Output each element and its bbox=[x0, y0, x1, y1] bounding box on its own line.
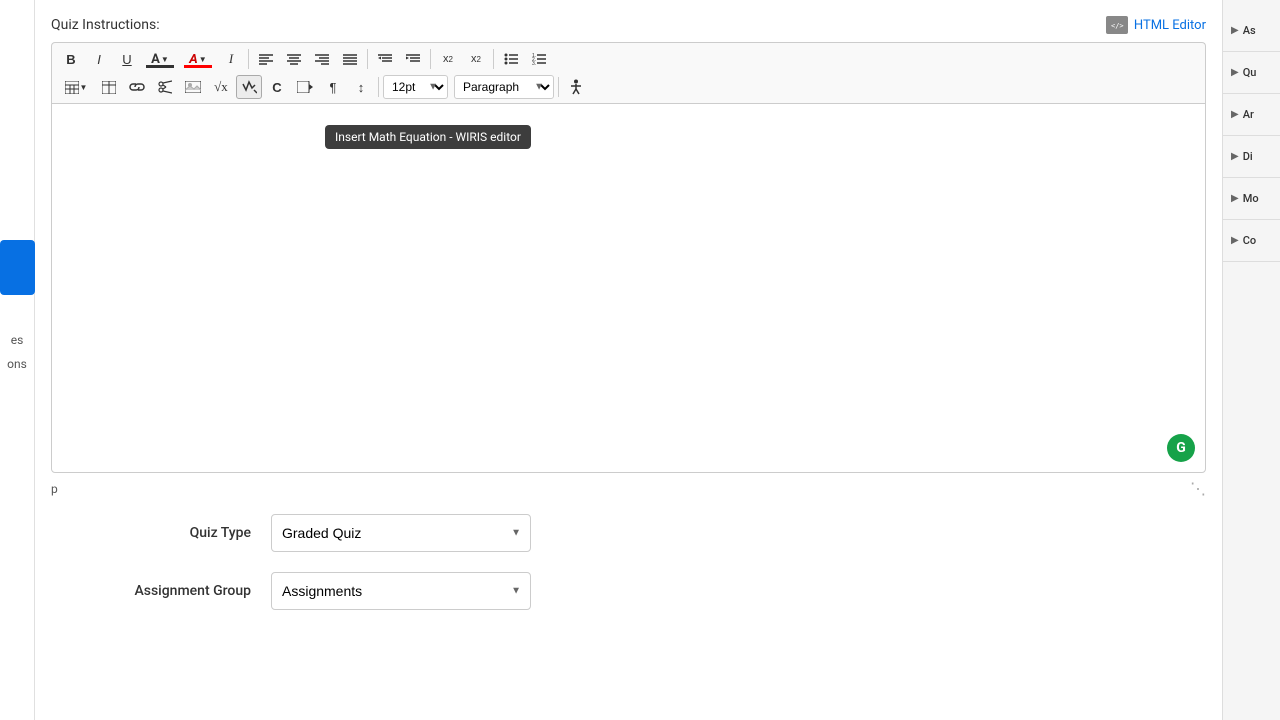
sidebar-item-di[interactable]: ▶ Di bbox=[1223, 136, 1280, 178]
quiz-type-row: Quiz Type Graded Quiz Practice Quiz Grad… bbox=[111, 514, 1146, 552]
paragraph-style-wrapper: Paragraph bbox=[450, 75, 554, 99]
below-editor-bar: p ⋱ bbox=[51, 473, 1206, 504]
toolbar-row-2: ▼ √x C ¶ ↕ bbox=[58, 75, 1199, 99]
left-sidebar-button[interactable] bbox=[0, 240, 35, 295]
toolbar-separator-1 bbox=[248, 49, 249, 69]
left-sidebar-text1: es bbox=[11, 333, 24, 347]
assignment-group-select-wrapper: Assignments Quizzes Exams bbox=[271, 572, 531, 610]
sidebar-item-label-di: Di bbox=[1243, 150, 1253, 163]
sidebar-item-label-qu: Qu bbox=[1243, 66, 1257, 79]
highlight-caret: ▼ bbox=[199, 55, 207, 64]
numbered-list-button[interactable]: 1.2.3. bbox=[526, 47, 552, 71]
sidebar-item-co[interactable]: ▶ Co bbox=[1223, 220, 1280, 262]
font-color-caret: ▼ bbox=[161, 55, 169, 64]
quiz-type-select-wrapper: Graded Quiz Practice Quiz Graded Survey … bbox=[271, 514, 531, 552]
form-section: Quiz Type Graded Quiz Practice Quiz Grad… bbox=[51, 514, 1206, 610]
quiz-type-label: Quiz Type bbox=[111, 525, 271, 541]
subscript-button[interactable]: x2 bbox=[463, 47, 489, 71]
quiz-type-select[interactable]: Graded Quiz Practice Quiz Graded Survey … bbox=[271, 514, 531, 552]
custom-italic-button[interactable]: I bbox=[218, 47, 244, 71]
bold-button[interactable]: B bbox=[58, 47, 84, 71]
sidebar-item-qu[interactable]: ▶ Qu bbox=[1223, 52, 1280, 94]
direction-button[interactable]: ↕ bbox=[348, 75, 374, 99]
assignment-group-row: Assignment Group Assignments Quizzes Exa… bbox=[111, 572, 1146, 610]
quiz-instructions-label: Quiz Instructions: bbox=[51, 17, 160, 33]
sidebar-item-ar[interactable]: ▶ Ar bbox=[1223, 94, 1280, 136]
table-caret: ▼ bbox=[80, 83, 88, 92]
font-color-bar bbox=[146, 65, 174, 68]
font-size-wrapper: 12pt bbox=[383, 75, 448, 99]
left-sidebar: es ons bbox=[0, 0, 35, 720]
video-button[interactable] bbox=[292, 75, 318, 99]
chevron-right-icon-qu: ▶ bbox=[1231, 67, 1239, 78]
grammarly-icon: G bbox=[1176, 440, 1186, 456]
sidebar-item-label-mo: Mo bbox=[1243, 192, 1259, 205]
left-sidebar-text2: ons bbox=[7, 357, 27, 371]
quiz-instructions-header: Quiz Instructions: </> HTML Editor bbox=[51, 16, 1206, 34]
grammarly-button[interactable]: G bbox=[1167, 434, 1195, 462]
chevron-right-icon-mo: ▶ bbox=[1231, 193, 1239, 204]
editor-content[interactable] bbox=[52, 104, 1205, 454]
editor-toolbar: B I U A ▼ A ▼ I bbox=[51, 42, 1206, 103]
svg-text:</>: </> bbox=[1111, 22, 1124, 30]
chevron-right-icon-ar: ▶ bbox=[1231, 109, 1239, 120]
chevron-right-icon-co: ▶ bbox=[1231, 235, 1239, 246]
image-button[interactable] bbox=[180, 75, 206, 99]
editor-tag-indicator: p bbox=[51, 482, 58, 496]
paragraph-button[interactable]: ¶ bbox=[320, 75, 346, 99]
sidebar-item-mo[interactable]: ▶ Mo bbox=[1223, 178, 1280, 220]
table2-button[interactable] bbox=[96, 75, 122, 99]
assignment-group-select[interactable]: Assignments Quizzes Exams bbox=[271, 572, 531, 610]
sqrt-button[interactable]: √x bbox=[208, 75, 234, 99]
html-editor-label: HTML Editor bbox=[1134, 18, 1206, 33]
accessibility-button[interactable] bbox=[563, 75, 589, 99]
align-right-button[interactable] bbox=[309, 47, 335, 71]
indent-out-button[interactable] bbox=[400, 47, 426, 71]
main-content: Quiz Instructions: </> HTML Editor B I U… bbox=[35, 0, 1222, 720]
bullet-list-button[interactable] bbox=[498, 47, 524, 71]
link-button[interactable] bbox=[124, 75, 150, 99]
italic-button[interactable]: I bbox=[86, 47, 112, 71]
highlight-color-button[interactable]: A ▼ bbox=[180, 47, 216, 71]
right-sidebar: ▶ As ▶ Qu ▶ Ar ▶ Di ▶ Mo ▶ Co bbox=[1222, 0, 1280, 720]
indent-in-button[interactable] bbox=[372, 47, 398, 71]
underline-button[interactable]: U bbox=[114, 47, 140, 71]
toolbar-separator-4 bbox=[493, 49, 494, 69]
sidebar-item-as[interactable]: ▶ As bbox=[1223, 10, 1280, 52]
highlight-color-bar bbox=[184, 65, 212, 68]
html-editor-link[interactable]: </> HTML Editor bbox=[1106, 16, 1206, 34]
font-size-select[interactable]: 12pt bbox=[383, 75, 448, 99]
assignment-group-label: Assignment Group bbox=[111, 583, 271, 599]
scissors-button[interactable] bbox=[152, 75, 178, 99]
toolbar-separator-3 bbox=[430, 49, 431, 69]
chevron-right-icon-as: ▶ bbox=[1231, 25, 1239, 36]
math-equation-tooltip: Insert Math Equation - WIRIS editor bbox=[325, 125, 531, 149]
svg-text:3.: 3. bbox=[532, 61, 536, 65]
math-equation-button[interactable] bbox=[236, 75, 262, 99]
tooltip-text: Insert Math Equation - WIRIS editor bbox=[335, 130, 521, 144]
sidebar-item-label-co: Co bbox=[1243, 234, 1256, 247]
font-color-button[interactable]: A ▼ bbox=[142, 47, 178, 71]
justify-button[interactable] bbox=[337, 47, 363, 71]
superscript-button[interactable]: x2 bbox=[435, 47, 461, 71]
editor-area[interactable]: G bbox=[51, 103, 1206, 473]
align-center-button[interactable] bbox=[281, 47, 307, 71]
sidebar-item-label-as: As bbox=[1243, 24, 1256, 37]
table-button[interactable]: ▼ bbox=[58, 75, 94, 99]
toolbar-row-1: B I U A ▼ A ▼ I bbox=[58, 47, 1199, 71]
sidebar-item-label-ar: Ar bbox=[1243, 108, 1254, 121]
chemistry-button[interactable]: C bbox=[264, 75, 290, 99]
align-left-button[interactable] bbox=[253, 47, 279, 71]
toolbar-separator-5 bbox=[378, 77, 379, 97]
resize-icon[interactable]: ⋱ bbox=[1190, 479, 1206, 498]
paragraph-style-select[interactable]: Paragraph bbox=[454, 75, 554, 99]
toolbar-separator-6 bbox=[558, 77, 559, 97]
html-editor-icon: </> bbox=[1106, 16, 1128, 34]
toolbar-separator-2 bbox=[367, 49, 368, 69]
chevron-right-icon-di: ▶ bbox=[1231, 151, 1239, 162]
